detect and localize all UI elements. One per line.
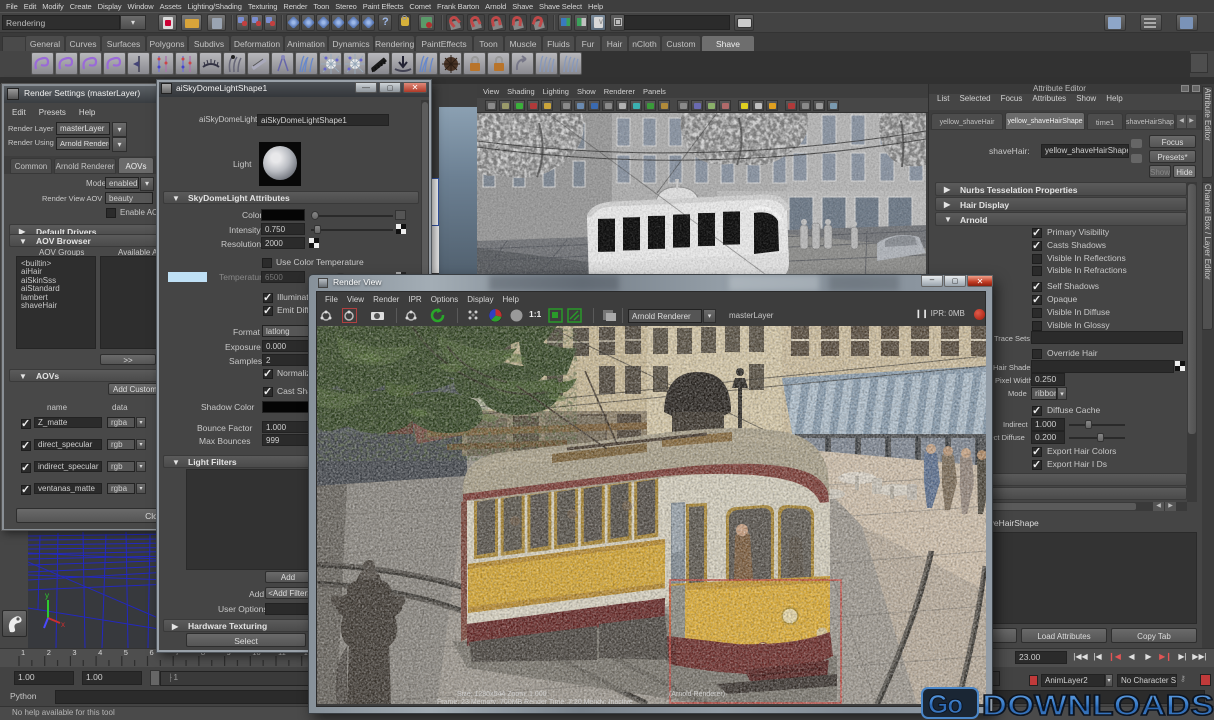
svg-text:2: 2 [47, 648, 51, 657]
svg-text:4: 4 [98, 648, 102, 657]
svg-text:y: y [45, 591, 49, 600]
svg-text:Size: 1280x544 Zoom: 1.000: Size: 1280x544 Zoom: 1.000 [457, 691, 547, 698]
svg-text:x: x [61, 620, 65, 629]
svg-text:Go: Go [928, 689, 962, 719]
svg-text:5: 5 [124, 648, 128, 657]
svg-text:3: 3 [72, 648, 76, 657]
svg-text:1: 1 [21, 648, 25, 657]
svg-text:Frame: 23 Memory: 700MB: Frame: 23 Memory: 700MB Render Time: 7:2… [437, 699, 633, 704]
svg-text:(Arnold Renderer): (Arnold Renderer) [669, 691, 725, 698]
svg-text:DOWNLOADS: DOWNLOADS [982, 690, 1214, 720]
svg-text:6: 6 [150, 648, 154, 657]
